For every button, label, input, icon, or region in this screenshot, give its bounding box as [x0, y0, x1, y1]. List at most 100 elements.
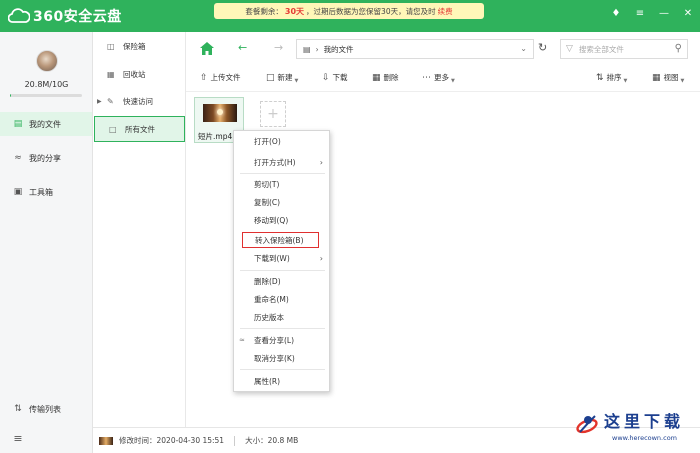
plus-icon: +: [267, 106, 279, 122]
more-icon: ⋯: [422, 72, 431, 83]
sidebar-item-label: 我的文件: [29, 119, 61, 129]
search-input[interactable]: ▽ 搜索全部文件 ⚲: [560, 39, 688, 59]
sidebar-menu-button[interactable]: ≡: [0, 426, 92, 450]
upload-label: 上传文件: [210, 73, 241, 82]
chevron-down-icon: ▼: [451, 77, 455, 84]
chevron-right-icon: ›: [319, 157, 323, 167]
menu-item-label: 取消分享(K): [254, 353, 295, 363]
menu-item-view-share[interactable]: ≈ 查看分享(L): [234, 332, 331, 348]
navigation-bar: ← → ▤ › 我的文件 ⌄ ↻ ▽ 搜索全部文件 ⚲: [186, 32, 700, 66]
watermark: 这里下载 www.herecown.com: [570, 402, 698, 452]
add-file-button[interactable]: +: [260, 101, 286, 127]
app-title: 360安全云盘: [33, 9, 122, 25]
more-label: 更多: [434, 73, 449, 82]
cloud-logo-icon: [8, 8, 30, 23]
status-file-size: 大小：20.8 MB: [245, 436, 299, 445]
new-button[interactable]: □ 新建 ▼: [266, 72, 298, 84]
sidebar-item-my-share[interactable]: ≈ 我的分享: [0, 146, 92, 170]
refresh-icon[interactable]: ↻: [538, 41, 552, 54]
subscription-notice: 套餐剩余： 30天 ，过期后数据为您保留30天，请您及时 续费: [214, 3, 484, 19]
status-modified-time: 修改时间：2020-04-30 15:51: [119, 436, 225, 445]
new-label: 新建: [277, 73, 293, 82]
menu-item-label: 打开(O): [254, 136, 281, 146]
menu-item-label: 属性(R): [254, 376, 281, 386]
sidebar-item-label: 传输列表: [29, 404, 61, 414]
back-arrow-icon[interactable]: ←: [238, 41, 247, 54]
menu-item-download-to[interactable]: 下载到(W) ›: [234, 250, 331, 266]
menu-divider: [240, 173, 325, 174]
menu-item-history[interactable]: 历史版本: [234, 309, 331, 325]
quota-progress-fill: [10, 94, 12, 97]
toolbox-icon: ▣: [13, 187, 23, 197]
filter-icon[interactable]: ▽: [566, 44, 573, 54]
menu-divider: [240, 328, 325, 329]
menu-item-cancel-share[interactable]: 取消分享(K): [234, 350, 331, 366]
download-icon: ⇩: [322, 72, 330, 83]
forward-arrow-icon[interactable]: →: [274, 41, 283, 54]
watermark-logo-icon: [576, 415, 598, 434]
delete-button[interactable]: ▦ 删除: [372, 72, 399, 83]
path-file-icon: ▤: [303, 44, 311, 54]
menu-item-delete[interactable]: 删除(D): [234, 273, 331, 289]
minimize-icon[interactable]: —: [658, 8, 670, 20]
download-label: 下载: [332, 73, 348, 82]
menu-icon[interactable]: ≡: [634, 8, 646, 20]
menu-item-rename[interactable]: 重命名(M): [234, 291, 331, 307]
menu-item-label: 剪切(T): [254, 179, 280, 189]
sort-icon: ⇅: [596, 72, 604, 83]
transfer-icon: ⇅: [14, 404, 22, 414]
search-placeholder: 搜索全部文件: [578, 44, 624, 54]
close-icon[interactable]: ✕: [682, 8, 694, 20]
video-thumbnail: [203, 104, 237, 122]
notice-prefix: 套餐剩余：: [245, 6, 283, 16]
folder-item-all-files[interactable]: □ 所有文件: [94, 116, 185, 142]
menu-item-cut[interactable]: 剪切(T): [234, 176, 331, 192]
sort-button[interactable]: ⇅ 排序 ▼: [596, 72, 628, 84]
sidebar-item-my-files[interactable]: ▤ 我的文件: [0, 112, 92, 136]
title-bar: 360安全云盘 套餐剩余： 30天 ，过期后数据为您保留30天，请您及时 续费 …: [0, 0, 700, 32]
share-icon: ≈: [14, 153, 22, 163]
menu-item-copy[interactable]: 复制(C): [234, 194, 331, 210]
folder-item-recycle[interactable]: ▦ 回收站: [93, 62, 185, 86]
download-button[interactable]: ⇩ 下载: [322, 72, 348, 83]
menu-item-properties[interactable]: 属性(R): [234, 373, 331, 389]
search-icon[interactable]: ⚲: [675, 43, 682, 54]
upload-button[interactable]: ⇧ 上传文件: [200, 72, 241, 83]
file-icon: ▤: [13, 119, 23, 129]
menu-item-label: 删除(D): [254, 276, 281, 286]
chevron-right-icon: ›: [319, 253, 323, 263]
sidebar-item-transfer-list[interactable]: ⇅ 传输列表: [0, 397, 92, 421]
sidebar-item-toolbox[interactable]: ▣ 工具箱: [0, 180, 92, 204]
window-controls: ♦ ≡ — ✕: [610, 8, 694, 20]
home-icon[interactable]: [200, 42, 214, 55]
more-button[interactable]: ⋯ 更多 ▼: [422, 72, 455, 84]
menu-item-move-to[interactable]: 移动到(Q): [234, 212, 331, 228]
chevron-down-icon[interactable]: ⌄: [520, 44, 527, 53]
folder-item-label: 所有文件: [125, 124, 155, 134]
menu-item-open[interactable]: 打开(O): [234, 133, 331, 149]
chevron-down-icon: ▼: [623, 77, 628, 84]
sidebar: 20.8M/10G ▤ 我的文件 ≈ 我的分享 ▣ 工具箱 ⇅ 传输列表 ≡: [0, 32, 93, 453]
app-logo: 360安全云盘: [8, 6, 122, 26]
expand-caret-icon[interactable]: ▶: [97, 98, 102, 105]
recycle-icon: ▦: [107, 69, 115, 79]
action-toolbar: ⇧ 上传文件 □ 新建 ▼ ⇩ 下载 ▦ 删除 ⋯ 更多 ▼ ⇅ 排序 ▼ ▦ …: [186, 66, 700, 92]
safe-icon: ◫: [107, 41, 115, 51]
folder-item-quick-access[interactable]: ▶ ✎ 快速访问: [93, 89, 185, 113]
grid-view-icon: ▦: [652, 72, 661, 83]
folder-icon: □: [109, 124, 117, 134]
menu-item-move-to-safe[interactable]: 转入保险箱(B): [242, 232, 319, 248]
sidebar-item-label: 工具箱: [29, 187, 53, 197]
delete-label: 删除: [383, 73, 399, 82]
sidebar-item-label: 我的分享: [29, 153, 61, 163]
skin-icon[interactable]: ♦: [610, 8, 622, 20]
renew-link[interactable]: 续费: [438, 6, 453, 17]
watermark-url: www.herecown.com: [612, 434, 677, 442]
avatar[interactable]: [36, 50, 58, 72]
view-button[interactable]: ▦ 视图 ▼: [652, 72, 684, 84]
menu-item-label: 下载到(W): [254, 253, 290, 263]
path-breadcrumb[interactable]: ▤ › 我的文件 ⌄: [296, 39, 534, 59]
folder-item-safe[interactable]: ◫ 保险箱: [93, 34, 185, 58]
menu-item-open-with[interactable]: 打开方式(H) ›: [234, 154, 331, 170]
hamburger-icon: ≡: [13, 431, 23, 445]
